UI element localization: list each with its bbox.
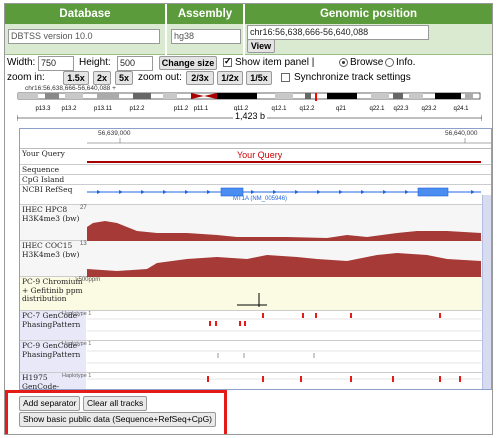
query-center-text: Your Query [237,150,283,160]
strand-arrow [361,190,365,194]
track-h1975-phasing[interactable]: H1975 GenCode-PhasingPattern Haplotype 1 [20,373,491,389]
band-label: q22.3 [393,106,409,112]
sync-checkbox[interactable] [281,73,290,82]
strand-arrow [207,190,211,194]
zoom-out-2-3x-button[interactable]: 2/3x [186,71,214,85]
highlight-box [5,390,227,434]
genome-browser-window: Database Assembly Genomic position DBTSS… [4,3,493,435]
zoom-out-label: zoom out: [138,72,182,83]
track-label: CpG Island [22,175,65,184]
strand-arrow [141,190,145,194]
assembly-select[interactable]: hg38 [171,29,241,44]
position-title: Genomic position [245,4,492,24]
height-label: Height: [79,57,111,68]
scale-bar: 1,423 b [16,111,483,122]
band-label: q12.1 [271,106,287,112]
track-ihec-coc15[interactable]: IHEC COC15 H3K4me3 (bw) 13 [20,241,491,277]
width-label: Width: [7,57,36,68]
band-label: p12.2 [129,106,145,112]
band-label: p11.2 [174,106,189,112]
strand-arrow [383,190,387,194]
track-scale: 13 [80,241,87,247]
show-item-panel-label: Show item panel | [235,57,315,68]
track-label: IHEC HPC8 H3K4me3 (bw) [22,205,80,223]
gene-label: MT1A (NM_005946) [233,196,288,202]
band-label: p13.2 [61,106,77,112]
database-select[interactable]: DBTSS version 10.0 [8,29,160,44]
width-input[interactable]: 750 [38,56,74,71]
track-pc9-phasing[interactable]: PC-9 GenCode-PhasingPattern Haplotype 1 [20,341,491,373]
band-label: q21 [336,106,347,112]
track-pc7-phasing[interactable]: PC-7 GenCode-PhasingPattern Haplotype 1 [20,311,491,341]
strand-arrow [317,190,321,194]
strand-arrow [251,190,255,194]
band-label: p11.1 [194,106,209,112]
info-radio[interactable] [385,58,394,67]
band-label: p13.3 [35,106,51,112]
band-label: q12.2 [299,106,315,112]
position-input[interactable]: chr16:56,638,666-56,640,088 [247,25,429,40]
track-pc9-chromium[interactable]: PC-9 Chromium + Gefitinib ppm distributi… [20,277,491,311]
ruler-row: 56,639,000 56,640,000 [20,129,491,149]
strand-arrow [471,190,475,194]
zoom-out-1-5x-button[interactable]: 1/5x [246,71,272,85]
zoom-in-2x-button[interactable]: 2x [93,71,111,85]
sync-label: Synchronize track settings [294,72,411,83]
track-label: Sequence [22,165,60,174]
height-input[interactable]: 500 [117,56,153,71]
track-ncbi-refseq[interactable]: NCBI RefSeq MT1A (NM_005946) [20,185,491,205]
view-button[interactable]: View [247,39,275,53]
track-label: IHEC COC15 H3K4me3 (bw) [22,241,80,259]
strand-arrow [405,190,409,194]
strand-arrow [97,190,101,194]
track-sequence[interactable]: Sequence [20,165,491,175]
zoom-in-1-5x-button[interactable]: 1.5x [63,71,89,85]
track-cpg-island[interactable]: CpG Island [20,175,491,185]
strand-arrow [185,190,189,194]
zoom-out-1-2x-button[interactable]: 1/2x [217,71,243,85]
show-item-panel-checkbox[interactable] [223,56,232,67]
strand-arrow [119,190,123,194]
track-label: Your Query [22,149,65,158]
assembly-title: Assembly [167,4,243,24]
track-scrollbar[interactable] [482,195,491,389]
browse-radio[interactable] [339,58,348,67]
track-scale: 27 [80,205,87,211]
track-ihec-hpc8[interactable]: IHEC HPC8 H3K4me3 (bw) 27 [20,205,491,241]
band-label: q23.2 [421,106,437,112]
strand-arrow [163,190,167,194]
database-title: Database [5,4,165,24]
ideogram-panel: chr16:56,638,666-56,640,088 + p13.3 p13.2… [5,84,492,124]
zoom-in-label: zoom in: [7,72,45,83]
change-size-button[interactable]: Change size [159,56,217,70]
strand-arrow [295,190,299,194]
band-label: q24.1 [453,106,469,112]
band-label: q22.1 [369,106,385,112]
track-label: NCBI RefSeq [22,185,73,194]
track-panel: 56,639,000 56,640,000 Your Query Your Qu… [19,128,492,390]
header-panel: Database Assembly Genomic position DBTSS… [5,4,492,55]
track-your-query[interactable]: Your Query Your Query [20,149,491,165]
zoom-in-5x-button[interactable]: 5x [115,71,133,85]
scale-text: 1,423 b [233,111,268,121]
strand-arrow [339,190,343,194]
strand-arrow [273,190,277,194]
band-label: p13.11 [94,106,113,112]
info-label: Info. [396,57,416,68]
browse-label: Browse [350,57,384,68]
